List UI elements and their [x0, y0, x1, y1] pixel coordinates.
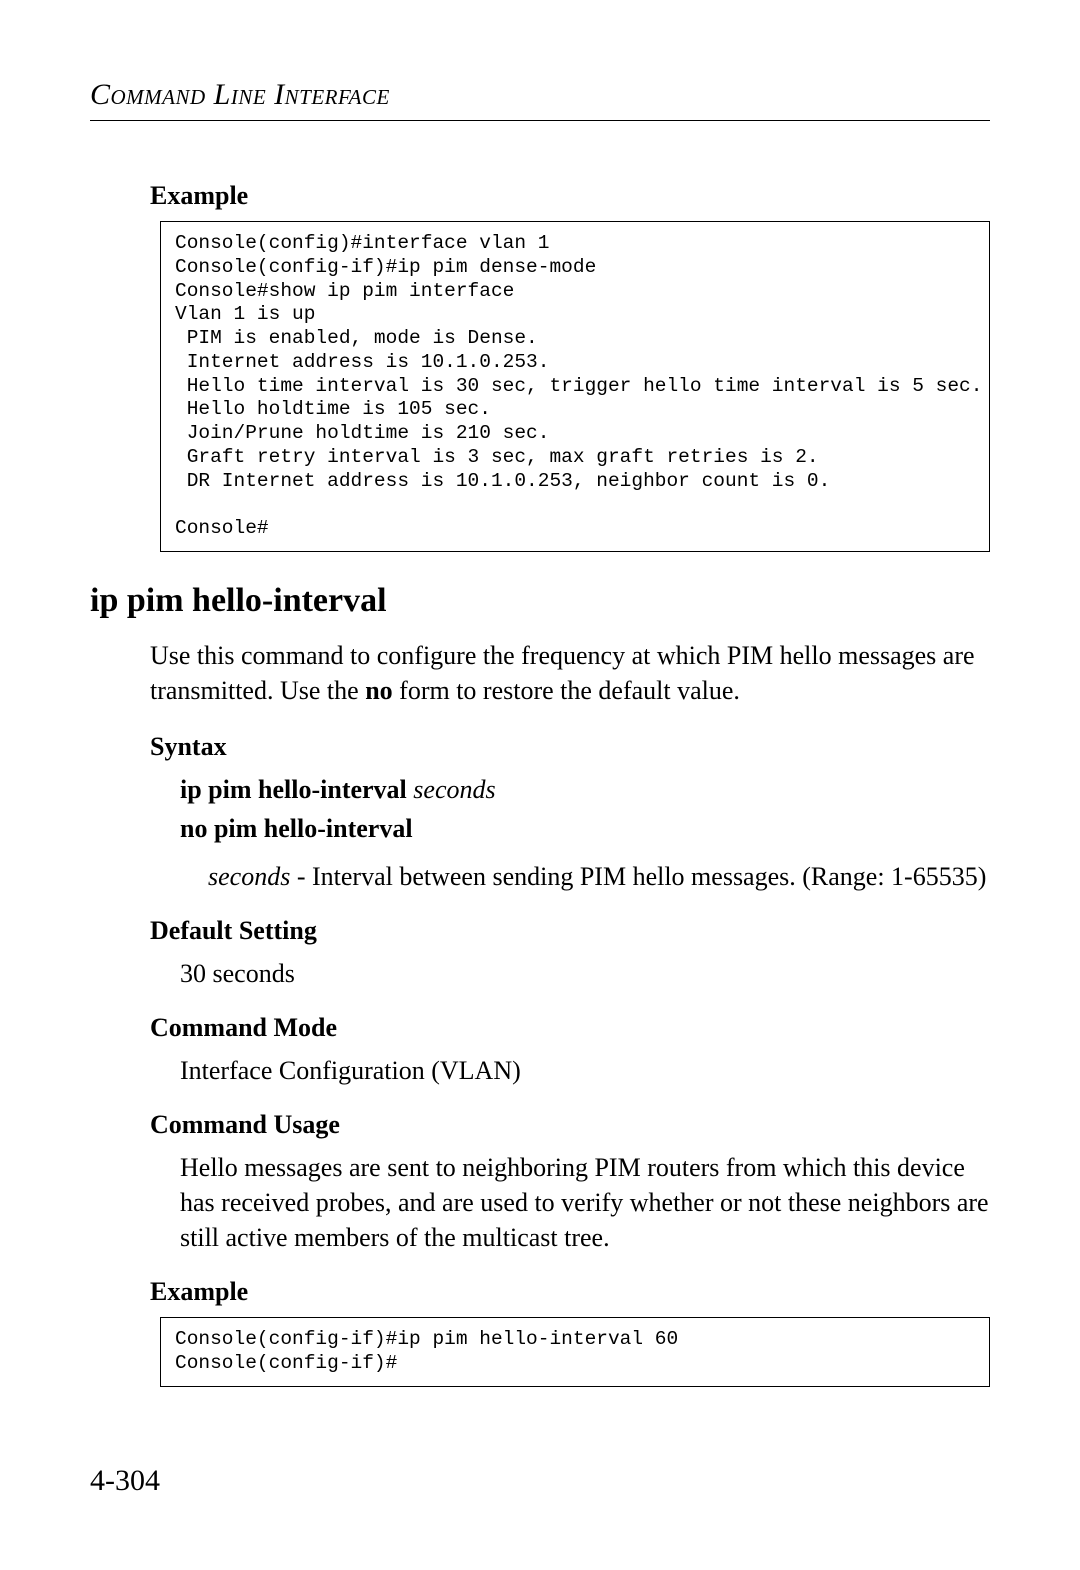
- syntax-line1-ital: seconds: [413, 775, 495, 804]
- syntax-line2-bold: no pim hello-interval: [180, 814, 413, 843]
- example2-label: Example: [150, 1277, 990, 1307]
- syntax-line1: ip pim hello-interval seconds: [180, 772, 990, 807]
- example1-label: Example: [150, 181, 990, 211]
- header-rule: [90, 120, 990, 121]
- command-heading: ip pim hello-interval: [90, 582, 990, 620]
- desc-post: form to restore the default value.: [393, 676, 740, 705]
- syntax-param-text: - Interval between sending PIM hello mes…: [290, 862, 986, 891]
- command-mode-value: Interface Configuration (VLAN): [180, 1053, 990, 1088]
- default-setting-value: 30 seconds: [180, 956, 990, 991]
- example1-code: Console(config)#interface vlan 1 Console…: [160, 221, 990, 552]
- syntax-line2: no pim hello-interval: [180, 811, 990, 846]
- syntax-line1-bold: ip pim hello-interval: [180, 775, 407, 804]
- document-page: Command Line Interface Example Console(c…: [0, 0, 1080, 1570]
- command-usage-value: Hello messages are sent to neighboring P…: [180, 1150, 990, 1255]
- syntax-param: seconds - Interval between sending PIM h…: [208, 859, 990, 894]
- syntax-label: Syntax: [150, 732, 990, 762]
- command-usage-label: Command Usage: [150, 1110, 990, 1140]
- command-mode-label: Command Mode: [150, 1013, 990, 1043]
- syntax-param-ital: seconds: [208, 862, 290, 891]
- desc-bold: no: [365, 676, 392, 705]
- default-setting-label: Default Setting: [150, 916, 990, 946]
- running-header: Command Line Interface: [90, 78, 990, 112]
- example2-code: Console(config-if)#ip pim hello-interval…: [160, 1317, 990, 1387]
- page-number: 4-304: [90, 1464, 160, 1498]
- command-description: Use this command to configure the freque…: [150, 638, 990, 708]
